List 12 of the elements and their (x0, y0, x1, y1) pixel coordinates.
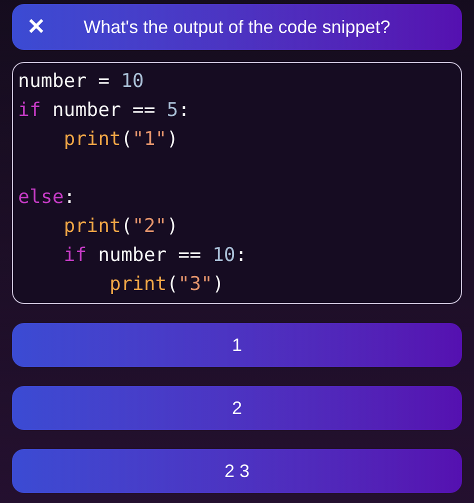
code-line: else: (18, 185, 76, 210)
code-line: if number == 10: (62, 243, 248, 268)
code-line: if number == 5: (18, 98, 191, 123)
answer-button[interactable]: 1 (12, 323, 462, 367)
code-line: number = 10 (18, 69, 145, 94)
close-button[interactable]: ✕ (24, 15, 48, 39)
answer-button[interactable]: 2 (12, 386, 462, 430)
code-line: print("1") (62, 127, 180, 152)
code-line: print("3") (108, 272, 225, 297)
question-title: What's the output of the code snippet? (82, 16, 392, 39)
code-line: print("2") (62, 214, 180, 239)
answer-button[interactable]: 2 3 (12, 449, 462, 493)
